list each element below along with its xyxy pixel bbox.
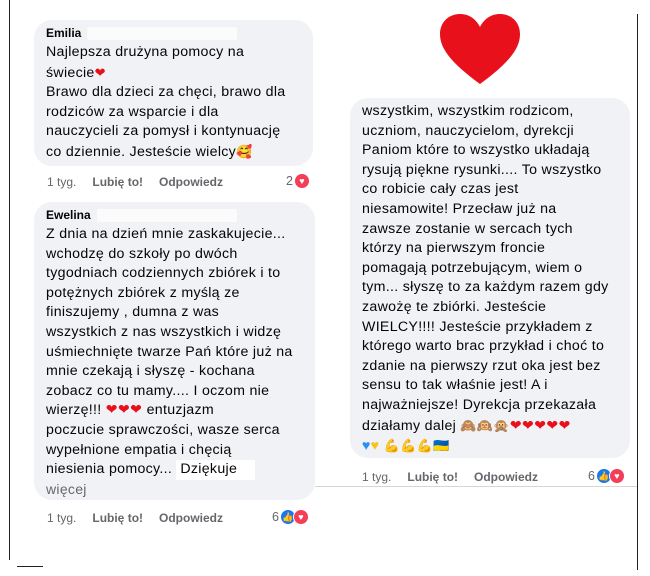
comment-author[interactable]: Ewelina <box>46 208 303 222</box>
comment-actions: 1 tyg. Lubię to! Odpowiedz <box>47 175 239 189</box>
comment-text: Najlepsza drużyna pomocy na świecie❤ Bra… <box>46 44 286 160</box>
reaction-summary[interactable]: 6 👍 ♥ <box>268 508 311 526</box>
love-reaction-icon: ♥ <box>293 173 310 189</box>
divider <box>315 486 637 487</box>
comment-author[interactable]: Emilia <box>46 26 301 40</box>
reaction-count: 6 <box>588 469 595 483</box>
red-hearts-emoji-icon: ❤❤❤ <box>105 402 143 419</box>
reaction-summary[interactable]: 2 ♥ <box>282 172 312 190</box>
see-no-evil-monkey-emoji-icon: 🙈🙉🙊 <box>460 417 510 433</box>
ukraine-flag-emoji-icon: 🇺🇦 <box>433 438 450 454</box>
see-more-link[interactable]: więcej <box>46 480 303 500</box>
love-reaction-icon: ♥ <box>608 468 625 484</box>
comment-bubble-emilia: Emilia Najlepsza drużyna pomocy na świec… <box>34 20 313 166</box>
frame-right-border <box>637 14 638 570</box>
like-button[interactable]: Lubię to! <box>92 511 143 525</box>
redacted-name <box>87 26 238 40</box>
comment-timestamp[interactable]: 1 tyg. <box>47 175 76 189</box>
blue-yellow-hearts-emoji-icon: ♥♥ <box>362 438 380 455</box>
reaction-count: 2 <box>286 174 293 188</box>
comment-actions: 1 tyg. Lubię to! Odpowiedz <box>362 470 554 484</box>
comment-bubble-ewelina: Ewelina Z dnia na dzień mnie zaskakujeci… <box>34 202 315 500</box>
comment-text: Z dnia na dzień mnie zaskakujecie... wch… <box>46 225 303 499</box>
reaction-summary[interactable]: 6 👍 ♥ <box>584 467 627 485</box>
comment-actions: 1 tyg. Lubię to! Odpowiedz <box>47 511 239 525</box>
redacted-name <box>96 208 237 222</box>
frame-bottom-mark <box>17 566 43 567</box>
like-button[interactable]: Lubię to! <box>92 175 143 189</box>
smiling-face-with-hearts-emoji-icon: 🥰 <box>236 143 253 159</box>
reply-button[interactable]: Odpowiedz <box>159 511 223 525</box>
comment-bubble-continuation: wszystkim, wszystkim rodzicom, uczniom, … <box>350 98 630 458</box>
reply-button[interactable]: Odpowiedz <box>159 175 223 189</box>
like-button[interactable]: Lubię to! <box>407 470 458 484</box>
reaction-count: 6 <box>272 510 279 524</box>
comment-text: wszystkim, wszystkim rodzicom, uczniom, … <box>362 103 609 455</box>
comment-timestamp[interactable]: 1 tyg. <box>362 470 391 484</box>
frame-left-border <box>9 0 10 560</box>
big-heart-icon <box>440 14 520 84</box>
love-reaction-icon: ♥ <box>292 509 309 525</box>
comment-timestamp[interactable]: 1 tyg. <box>47 511 76 525</box>
red-heart-emoji-icon: ❤ <box>94 64 106 80</box>
flexed-biceps-emoji-icon: 💪💪💪 <box>383 438 434 454</box>
red-hearts-emoji-icon: ❤❤❤❤❤ <box>509 417 571 434</box>
reply-button[interactable]: Odpowiedz <box>474 470 538 484</box>
